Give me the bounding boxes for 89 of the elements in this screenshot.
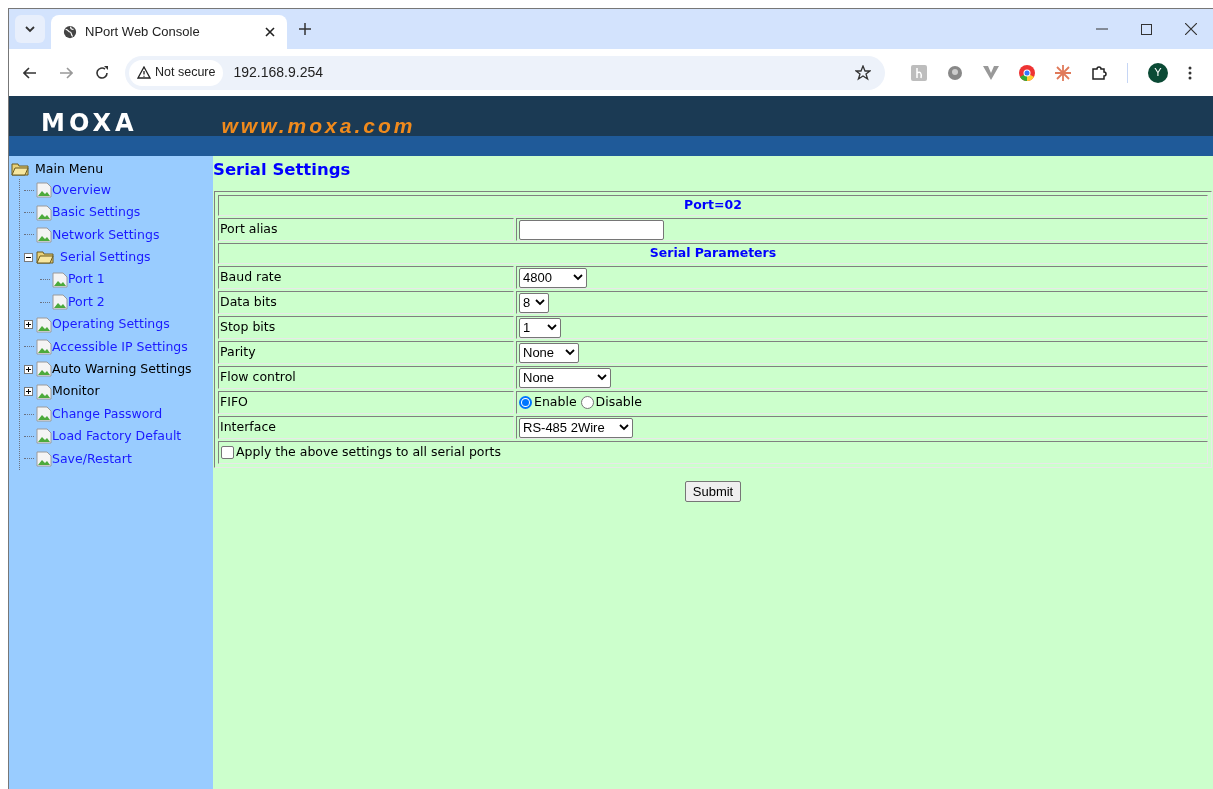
field-label: Baud rate: [220, 269, 282, 285]
radio-button[interactable]: [580, 396, 594, 409]
menu-link[interactable]: Network Settings: [52, 225, 160, 245]
section-header: Port=02: [684, 197, 742, 213]
menu-root: Main Menu: [35, 159, 104, 178]
field-label: Flow control: [220, 369, 296, 385]
profile-avatar[interactable]: Y: [1148, 62, 1168, 83]
browser-tab[interactable]: NPort Web Console: [51, 15, 287, 49]
broken-image-icon: [36, 428, 52, 445]
menu-link[interactable]: Serial Settings: [60, 248, 151, 267]
globe-icon: [63, 25, 77, 39]
menu-link[interactable]: Load Factory Default: [52, 427, 182, 446]
broken-image-icon: [36, 383, 52, 400]
tab-title: NPort Web Console: [85, 23, 201, 42]
star-icon[interactable]: [855, 64, 871, 81]
field-label: FIFO: [220, 394, 248, 410]
menu-link[interactable]: Overview: [52, 180, 111, 200]
broken-image-icon: [36, 182, 52, 199]
back-icon[interactable]: [23, 66, 37, 79]
expand-icon[interactable]: [24, 387, 33, 397]
broken-image-icon: [36, 338, 52, 355]
broken-image-icon: [36, 450, 52, 467]
dropdown[interactable]: None: [519, 342, 579, 363]
sparkle-icon[interactable]: [1055, 64, 1071, 81]
expand-icon[interactable]: [24, 364, 33, 374]
menu-link[interactable]: Change Password: [52, 404, 163, 424]
site-address: www.moxa.com: [221, 115, 416, 136]
chevron-icon: [547, 324, 557, 331]
collapse-icon[interactable]: [24, 252, 33, 262]
address-bar[interactable]: Not secure 192.168.9.254: [125, 55, 885, 90]
page-title: Serial Settings: [213, 159, 352, 181]
field-label: Parity: [220, 344, 256, 360]
url-text: 192.168.9.254: [233, 63, 324, 82]
chevron-icon: [573, 274, 583, 281]
field-label: Port alias: [220, 221, 278, 237]
puzzle-icon[interactable]: [1091, 64, 1107, 81]
chevron-icon: [25, 25, 35, 33]
menu-link[interactable]: Basic Settings: [52, 203, 141, 222]
close-icon[interactable]: [1185, 23, 1197, 35]
menu-link[interactable]: Save/Restart: [52, 449, 132, 469]
radio-label: Enable: [534, 393, 577, 412]
chevron-icon: [565, 349, 575, 356]
dropdown[interactable]: 4800: [519, 267, 587, 288]
field-label: Data bits: [220, 294, 277, 310]
menu-link[interactable]: Port 2: [68, 292, 105, 312]
chrome-icon[interactable]: [1019, 64, 1035, 81]
dropdown[interactable]: RS-485 2Wire: [519, 417, 633, 438]
warning-icon: [137, 66, 151, 79]
menu-icon[interactable]: [1188, 65, 1192, 80]
close-icon[interactable]: [265, 27, 275, 37]
broken-image-icon: [36, 406, 52, 423]
new-tab-icon[interactable]: [299, 23, 311, 35]
dropdown[interactable]: 8: [519, 292, 549, 313]
extension-icon[interactable]: [983, 65, 999, 80]
folder-icon: [36, 250, 54, 265]
folder-icon: [11, 162, 29, 176]
submit-button[interactable]: Submit: [684, 481, 742, 502]
expand-icon[interactable]: [24, 320, 33, 330]
broken-image-icon: [36, 361, 52, 378]
menu-link[interactable]: Accessible IP Settings: [52, 337, 188, 357]
checkbox[interactable]: [221, 446, 234, 459]
menu-link[interactable]: Monitor: [52, 382, 100, 402]
radio-button[interactable]: [519, 396, 532, 409]
extension-icon[interactable]: [947, 64, 963, 81]
broken-image-icon: [52, 271, 68, 288]
broken-image-icon: [52, 294, 68, 311]
radio-label: Disable: [595, 393, 642, 412]
dropdown[interactable]: None: [519, 367, 611, 388]
broken-image-icon: [36, 204, 52, 221]
checkbox-label: Apply the above settings to all serial ports: [236, 443, 502, 462]
logo: MOXA: [41, 111, 138, 136]
forward-icon[interactable]: [59, 66, 73, 79]
menu-link[interactable]: Operating Settings: [52, 315, 170, 334]
section-header: Serial Parameters: [649, 245, 777, 261]
menu-link[interactable]: Port 1: [68, 270, 105, 290]
field-label: Interface: [220, 419, 276, 435]
text-input[interactable]: [519, 219, 664, 240]
menu-link[interactable]: Auto Warning Settings: [52, 359, 192, 379]
security-chip[interactable]: Not secure: [129, 59, 224, 86]
broken-image-icon: [36, 226, 52, 243]
field-label: Stop bits: [220, 319, 276, 335]
chevron-icon: [619, 424, 629, 431]
reload-icon[interactable]: [95, 65, 109, 80]
broken-image-icon: [36, 316, 52, 333]
chevron-icon: [535, 299, 545, 306]
maximize-icon[interactable]: [1141, 23, 1152, 35]
dropdown[interactable]: 1: [519, 317, 561, 338]
tab-list-button[interactable]: [15, 15, 45, 43]
chevron-icon: [597, 374, 607, 381]
